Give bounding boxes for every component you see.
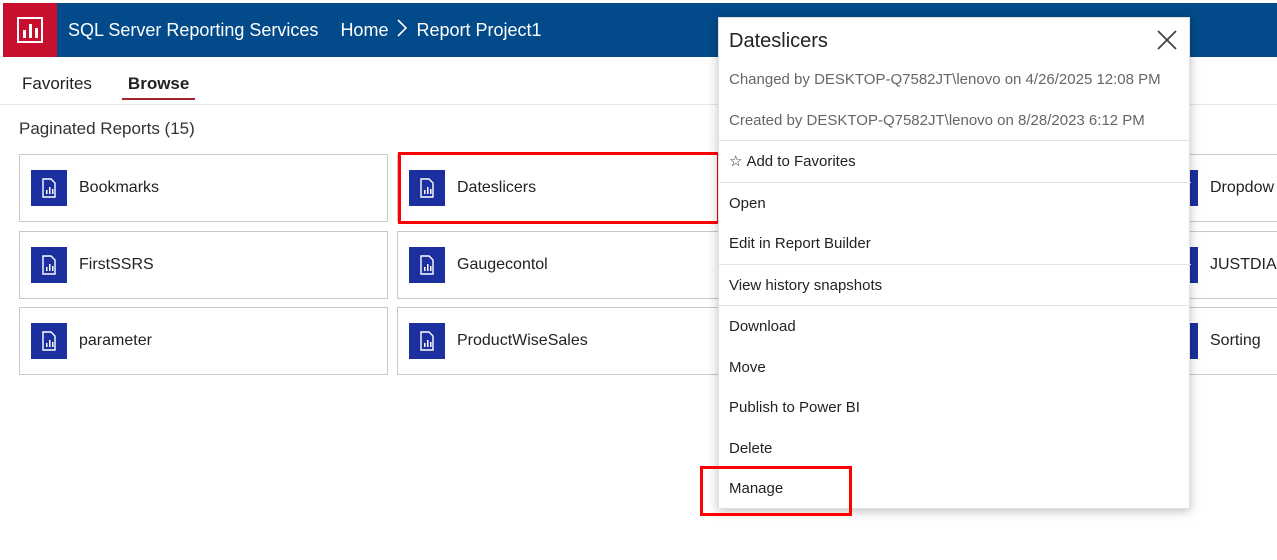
tile-label: JUSTDIAL xyxy=(1210,256,1277,273)
add-to-favorites-item[interactable]: ☆ Add to Favorites xyxy=(719,141,1191,181)
breadcrumb: Home Report Project1 xyxy=(340,18,542,42)
view-history-snapshots-item[interactable]: View history snapshots xyxy=(719,265,1191,305)
report-tile-productwisesales[interactable]: ProductWiseSales xyxy=(397,307,727,375)
tile-label: Dropdow xyxy=(1210,179,1275,196)
tile-label: parameter xyxy=(79,332,152,349)
changed-by-text: Changed by DESKTOP-Q7582JT\lenovo on 4/2… xyxy=(729,71,1161,88)
tile-label: FirstSSRS xyxy=(79,256,154,273)
close-icon[interactable] xyxy=(1155,28,1179,52)
report-icon xyxy=(31,247,67,283)
publish-to-power-bi-item[interactable]: Publish to Power BI xyxy=(719,387,1191,427)
delete-item[interactable]: Delete xyxy=(719,428,1191,468)
report-icon xyxy=(409,170,445,206)
open-item[interactable]: Open xyxy=(719,183,1191,223)
tab-browse[interactable]: Browse xyxy=(121,74,196,100)
ssrs-logo-icon[interactable] xyxy=(3,3,57,57)
app-title[interactable]: SQL Server Reporting Services xyxy=(68,20,318,41)
report-tile-bookmarks[interactable]: Bookmarks xyxy=(19,154,388,222)
manage-item[interactable]: Manage xyxy=(719,468,1191,508)
report-icon xyxy=(409,323,445,359)
report-tile-dateslicers[interactable]: Dateslicers xyxy=(397,154,727,222)
section-title: Paginated Reports (15) xyxy=(19,119,195,138)
chevron-right-icon xyxy=(396,18,408,42)
tile-label: Bookmarks xyxy=(79,179,160,196)
created-by-text: Created by DESKTOP-Q7582JT\lenovo on 8/2… xyxy=(729,112,1145,129)
report-icon xyxy=(31,323,67,359)
download-item[interactable]: Download xyxy=(719,306,1191,346)
tile-label: ProductWiseSales xyxy=(457,332,588,349)
report-tile-parameter[interactable]: parameter xyxy=(19,307,388,375)
star-icon: ☆ xyxy=(729,153,743,170)
report-icon xyxy=(31,170,67,206)
tile-label: Gaugecontol xyxy=(457,256,548,273)
main-nav: Favorites Browse xyxy=(22,72,225,100)
report-icon xyxy=(409,247,445,283)
add-to-favorites-label: Add to Favorites xyxy=(746,152,856,170)
item-context-panel: Dateslicers Changed by DESKTOP-Q7582JT\l… xyxy=(718,17,1191,509)
tile-label: Dateslicers xyxy=(457,179,537,196)
report-tile-firstssrs[interactable]: FirstSSRS xyxy=(19,231,388,299)
breadcrumb-home[interactable]: Home xyxy=(340,20,388,41)
edit-in-report-builder-item[interactable]: Edit in Report Builder xyxy=(719,223,1191,263)
tab-favorites[interactable]: Favorites xyxy=(22,74,92,96)
tile-label: Sorting xyxy=(1210,332,1261,349)
breadcrumb-current[interactable]: Report Project1 xyxy=(416,20,541,41)
panel-title: Dateslicers xyxy=(729,30,828,52)
report-tile-gaugecontol[interactable]: Gaugecontol xyxy=(397,231,727,299)
move-item[interactable]: Move xyxy=(719,347,1191,387)
